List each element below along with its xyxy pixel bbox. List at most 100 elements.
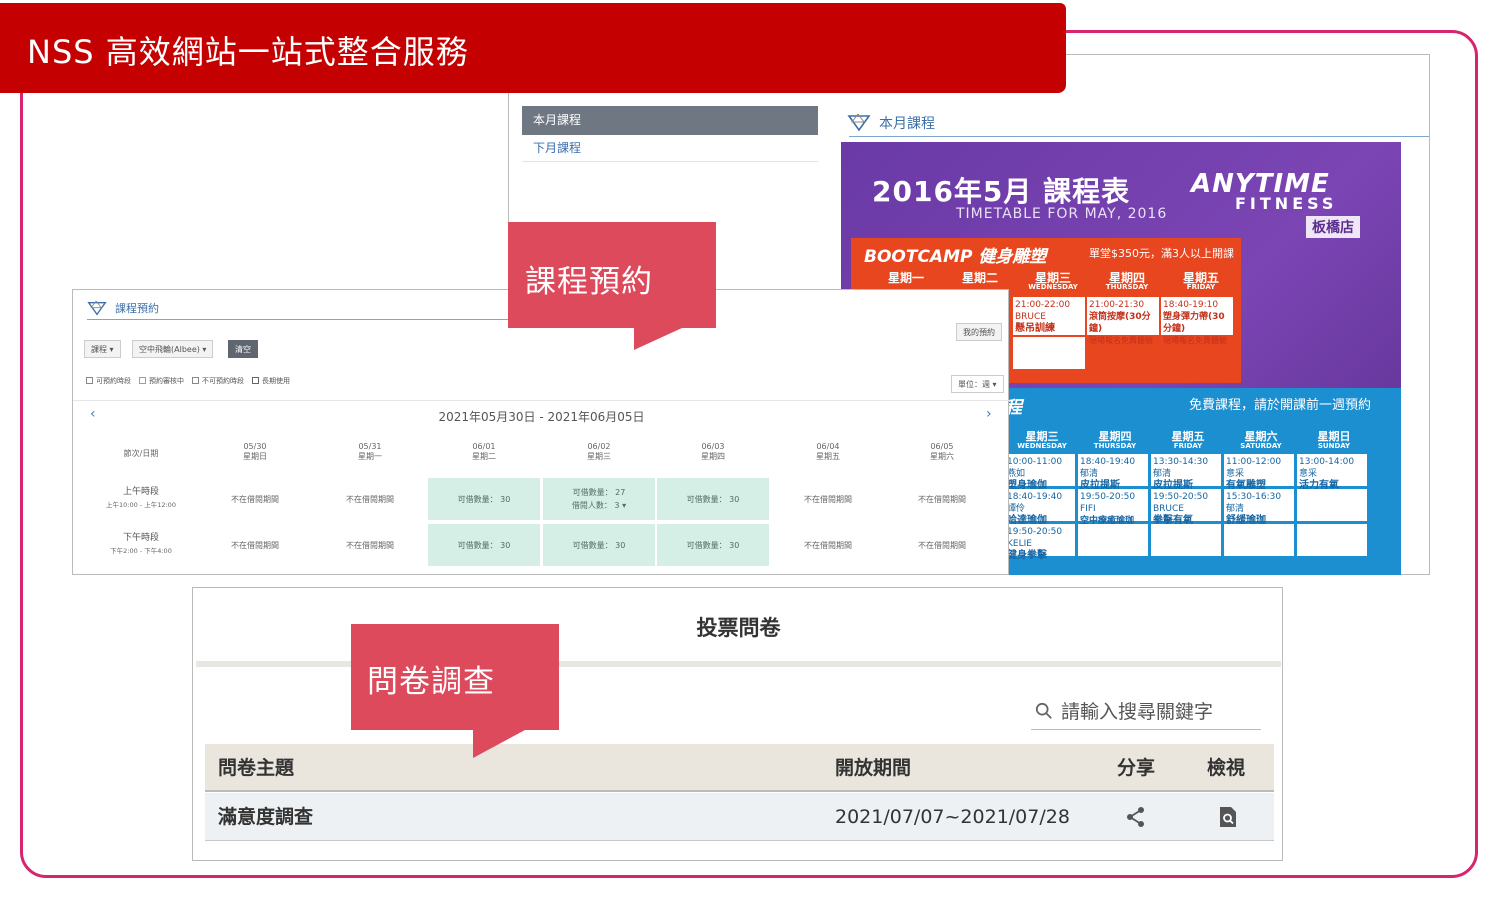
free-class-empty — [1151, 524, 1221, 556]
row-period: 2021/07/07~2021/07/28 — [835, 806, 1070, 828]
grid-cell: 不在借閱期間 — [231, 494, 279, 504]
grid-cell: 不在借閱期間 — [346, 540, 394, 550]
cell-line: 可借數量： 27 — [572, 488, 626, 497]
grid-cell: 不在借閱期間 — [804, 540, 852, 550]
course-heading: 本月課程 — [847, 113, 935, 133]
row-topic[interactable]: 滿意度調查 — [218, 793, 313, 841]
grid-row-head: 下午時段 下午2:00 - 下午4:00 — [110, 533, 172, 555]
bootcamp-class: 18:40-19:10 塑身彈力帶(30分鐘) 現場報名免費體驗 — [1161, 297, 1233, 345]
free-day-en: WEDNESDAY — [1017, 442, 1067, 450]
my-booking-button[interactable]: 我的預約 — [956, 323, 1002, 341]
booking-heading: 課程預約 — [87, 300, 159, 316]
free-class: 18:40-19:40 譚伶 哈達瑜伽 — [1005, 489, 1075, 526]
free-class-empty — [1297, 489, 1367, 521]
teacher-filter[interactable]: 空中飛輪(Albee) ▾ — [132, 340, 214, 358]
course-heading-text: 本月課程 — [879, 116, 935, 132]
grid-cell: 不在借閱期間 — [231, 540, 279, 550]
free-class-empty — [1297, 524, 1367, 556]
date-range: 2021年05月30日 - 2021年06月05日 — [438, 410, 645, 424]
share-icon — [1127, 807, 1144, 827]
grid-column-head: 05/31 星期一 — [358, 442, 382, 461]
course-heading-rule — [849, 136, 1429, 137]
grid-cell-available[interactable]: 可借數量： 27 借閱人數： 3 ▾ — [543, 478, 655, 520]
legend: 可預約時段 預約審核中 不可預約時段 長期使用 — [86, 376, 290, 386]
free-class: 10:00-11:00 燕如 塑身瑜伽 — [1005, 454, 1075, 491]
free-class: 11:00-12:00 意采 有氧雕塑 — [1224, 454, 1294, 491]
view-document-icon — [1220, 807, 1236, 827]
legend-item: 預約審核中 — [139, 376, 184, 386]
free-day-en: SUNDAY — [1317, 442, 1351, 450]
grid-cell: 不在借閱期間 — [918, 540, 966, 550]
table-row: 滿意度調查 2021/07/07~2021/07/28 — [205, 793, 1274, 841]
booking-heading-rule — [87, 319, 527, 320]
poster-subtitle: TIMETABLE FOR MAY, 2016 — [956, 206, 1168, 222]
legend-item: 長期使用 — [252, 376, 290, 386]
bootcamp-day-en: WEDNESDAY — [1028, 283, 1078, 291]
free-class-block: 程 免費課程，請於開課前一週預約 星期三 星期四 星期五 星期六 星期日 WED… — [1001, 388, 1401, 575]
header-period: 開放期間 — [835, 757, 912, 779]
sidebar-item-next-month[interactable]: 下月課程 — [522, 135, 818, 162]
survey-table-header: 問卷主題 開放期間 分享 檢視 — [205, 744, 1274, 792]
share-button[interactable] — [1125, 806, 1147, 828]
next-week-button[interactable]: › — [986, 406, 992, 422]
free-class: 19:50-20:50 KELIE 健身拳擊 — [1005, 524, 1075, 561]
borrower-dropdown[interactable]: 借閱人數： 3 ▾ — [572, 499, 626, 512]
triangle-logo-icon — [87, 300, 107, 315]
booking-divider — [73, 400, 1010, 401]
header-share: 分享 — [1117, 757, 1156, 779]
legend-item: 不可預約時段 — [192, 376, 244, 386]
search-icon — [1035, 702, 1052, 719]
callout-survey-text: 問卷調查 — [367, 664, 495, 700]
grid-column-head: 06/04 星期五 — [816, 442, 840, 461]
bootcamp-day-en: THURSDAY — [1105, 283, 1149, 291]
grid-column-head: 06/03 星期四 — [701, 442, 725, 461]
clear-button[interactable]: 清空 — [228, 340, 258, 358]
header-view: 檢視 — [1207, 757, 1246, 779]
bootcamp-note: 單堂$350元，滿3人以上開課 — [1089, 247, 1234, 260]
grid-cell: 不在借閱期間 — [918, 494, 966, 504]
callout-booking: 課程預約 — [508, 222, 716, 350]
free-class: 15:30-16:30 郁清 舒緩瑜珈 — [1224, 489, 1294, 526]
bootcamp-day: 星期二 — [961, 271, 998, 285]
free-class: 19:50-20:50 FIFI 空中療癒瑜珈 — [1078, 489, 1148, 526]
search-box[interactable]: 請輸入搜尋關鍵字 — [1031, 692, 1261, 730]
legend-item: 可預約時段 — [86, 376, 131, 386]
poster-title: 2016年5月 課程表 — [872, 175, 1131, 208]
sidebar-item-this-month[interactable]: 本月課程 — [522, 106, 818, 135]
bootcamp-title: BOOTCAMP 健身雕塑 — [864, 247, 1047, 267]
callout-booking-text: 課程預約 — [525, 264, 653, 300]
grid-cell-available[interactable]: 可借數量： 30 — [543, 524, 655, 566]
free-day-en: FRIDAY — [1173, 442, 1203, 450]
grid-cell-available[interactable]: 可借數量： 30 — [428, 524, 540, 566]
bootcamp-class-empty — [1013, 337, 1085, 369]
free-class: 18:40-19:40 郁清 皮拉提斯 — [1078, 454, 1148, 491]
view-button[interactable] — [1218, 806, 1238, 828]
callout-survey: 問卷調查 — [351, 624, 559, 758]
grid-column-head: 05/30 星期日 — [243, 442, 267, 461]
header-topic: 問卷主題 — [218, 757, 295, 779]
banner-title: NSS 高效網站一站式整合服務 — [27, 33, 469, 71]
course-filter[interactable]: 課程 ▾ — [84, 340, 121, 358]
free-class: 13:00-14:00 意采 活力有氧 — [1297, 454, 1367, 491]
booking-panel: 課程預約 我的預約 課程 ▾ 空中飛輪(Albee) ▾ 清空 可預約時段 預約… — [72, 289, 1010, 575]
triangle-logo-icon — [847, 114, 871, 132]
grid-cell-available[interactable]: 可借數量： 30 — [428, 478, 540, 520]
free-day-en: SATURDAY — [1240, 442, 1282, 450]
grid-corner: 節次/日期 — [123, 449, 159, 458]
banner: NSS 高效網站一站式整合服務 — [0, 3, 1066, 93]
bootcamp-class: 21:00-21:30 滾筒按摩(30分鐘) 現場報名免費體驗 — [1087, 297, 1159, 345]
bootcamp-day-en: FRIDAY — [1186, 283, 1216, 291]
bootcamp-class: 21:00-22:00 BRUCE 懸吊訓練 — [1013, 297, 1085, 335]
grid-cell-available[interactable]: 可借數量： 30 — [657, 478, 769, 520]
grid-cell-available[interactable]: 可借數量： 30 — [657, 524, 769, 566]
grid-column-head: 06/05 星期六 — [930, 442, 954, 461]
unit-select[interactable]: 單位：週 ▾ — [951, 375, 1004, 393]
free-class-empty — [1224, 524, 1294, 556]
callout-tail — [634, 328, 682, 350]
grid-cell: 不在借閱期間 — [804, 494, 852, 504]
free-day-en: THURSDAY — [1093, 442, 1137, 450]
poster-brand-sub: FITNESS — [1235, 194, 1338, 213]
search-input[interactable]: 請輸入搜尋關鍵字 — [1061, 697, 1213, 724]
free-class: 19:50-20:50 BRUCE 拳擊有氧 — [1151, 489, 1221, 526]
free-class-empty — [1078, 524, 1148, 556]
